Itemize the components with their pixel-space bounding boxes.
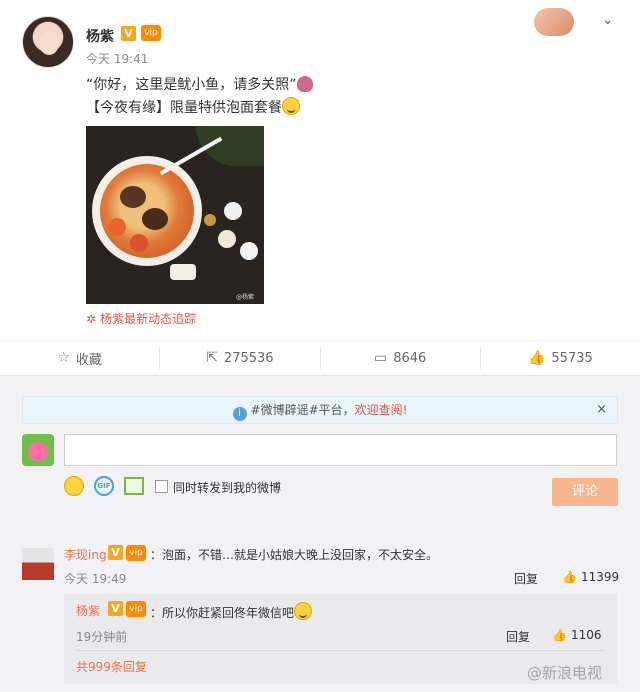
verified-badge-icon: V	[108, 545, 123, 560]
brand-watermark: @新浪电视	[527, 664, 603, 682]
favorite-label: 收藏	[75, 352, 102, 368]
thumbs-up-icon: 👍	[562, 570, 577, 584]
verified-badge-icon: V	[108, 601, 123, 616]
tracking-link-label: 杨紫最新动态追踪	[100, 312, 197, 326]
comment-count: 8646	[393, 350, 427, 366]
image-chocolate	[240, 242, 258, 260]
comment-reply-button[interactable]: 回复	[514, 570, 538, 587]
submit-comment-button[interactable]: 评论	[552, 478, 618, 506]
repost-button[interactable]: ⇱ 275536	[160, 347, 321, 369]
image-chocolate	[218, 230, 236, 248]
star-icon: ☆	[57, 350, 70, 366]
vip-badge-icon: vip	[126, 601, 146, 617]
smile-emoji-icon	[282, 97, 300, 115]
thumbs-up-icon: 👍	[527, 350, 546, 366]
image-meatball	[108, 218, 126, 236]
notice-text: #微博辟谣#平台，	[250, 403, 355, 417]
poster-username[interactable]: 杨紫	[86, 26, 114, 46]
post-text-line2: 【今夜有缘】限量特供泡面套餐	[86, 97, 300, 117]
flower-icon: ✲	[86, 312, 97, 326]
image-egg	[120, 186, 146, 208]
repost-checkbox-label[interactable]: 同时转发到我的微博	[173, 479, 281, 496]
image-watermark: @杨紫	[236, 294, 255, 301]
notice-banner: i #微博辟谣#平台，欢迎查阅! ×	[22, 396, 618, 424]
reply-text-content: ：所以你赶紧回佟年微信吧	[150, 606, 295, 620]
comment-like-button[interactable]: 👍 11399	[562, 570, 619, 584]
tracking-link[interactable]: ✲ 杨紫最新动态追踪	[86, 310, 196, 327]
comment-icon: ▭	[373, 350, 388, 366]
repost-checkbox[interactable]	[155, 480, 168, 493]
more-replies-link[interactable]: 共999条回复	[76, 658, 147, 675]
comment-input[interactable]	[64, 434, 617, 466]
image-upload-icon[interactable]	[124, 477, 144, 495]
post-text-quote: “你好，这里是鱿小鱼，请多关照”	[86, 77, 297, 93]
vip-badge-icon: vip	[141, 25, 161, 41]
verified-badge-icon: V	[121, 26, 136, 41]
notice-link[interactable]: 欢迎查阅!	[355, 403, 408, 417]
comment-button[interactable]: ▭ 8646	[321, 347, 481, 369]
reply-time: 19分钟前	[76, 630, 128, 644]
comment-time: 今天 19:49	[64, 572, 127, 586]
reply-like-button[interactable]: 👍 1106	[552, 628, 602, 642]
info-icon: i	[232, 407, 247, 421]
gif-icon[interactable]: GIF	[94, 476, 114, 496]
like-button[interactable]: 👍 55735	[481, 347, 640, 369]
image-egg	[142, 208, 168, 230]
reply-like-count: 1106	[570, 628, 602, 642]
like-count: 55735	[551, 350, 593, 366]
image-chocolate	[204, 214, 216, 226]
post-text-line1: “你好，这里是鱿小鱼，请多关照”	[86, 74, 313, 94]
share-icon: ⇱	[206, 350, 218, 366]
weibo-post: 杨紫 V vip 今天 19:41 “你好，这里是鱿小鱼，请多关照” 【今夜有缘…	[0, 0, 640, 340]
commenter-username[interactable]: 李现ing	[64, 546, 107, 563]
image-handle	[170, 264, 196, 280]
reply-username[interactable]: 杨紫	[76, 602, 100, 619]
image-meatball	[130, 234, 148, 252]
divider	[76, 650, 605, 651]
poster-avatar[interactable]	[22, 16, 74, 68]
chevron-down-icon[interactable]: ⌄	[602, 12, 614, 28]
smile-emoji-icon	[294, 602, 313, 620]
post-time[interactable]: 今天 19:41	[86, 50, 148, 67]
top-user-avatar[interactable]	[534, 8, 574, 36]
vip-badge-icon: vip	[126, 545, 146, 561]
current-user-avatar[interactable]	[22, 434, 54, 466]
emoji-picker-icon[interactable]	[64, 476, 84, 496]
post-text-topic[interactable]: 【今夜有缘】限量特供泡面套餐	[86, 100, 282, 116]
comment-like-count: 11399	[580, 570, 620, 584]
commenter-avatar[interactable]	[22, 548, 54, 580]
emoji-icon	[296, 76, 313, 92]
post-image[interactable]: @杨紫	[86, 126, 264, 304]
comment-text: ：泡面，不错…就是小姑娘大晚上没回家，不太安全。	[150, 548, 439, 562]
thumbs-up-icon: 👍	[552, 628, 567, 642]
comment-panel: i #微博辟谣#平台，欢迎查阅! × GIF 同时转发到我的微博 评论 李现ing…	[0, 376, 640, 692]
favorite-button[interactable]: ☆ 收藏	[0, 347, 161, 369]
close-icon[interactable]: ×	[596, 397, 607, 423]
reply-text: ：所以你赶紧回佟年微信吧	[150, 602, 313, 621]
post-action-bar: ☆ 收藏 ⇱ 275536 ▭ 8646 👍 55735	[0, 340, 640, 376]
image-chocolate	[224, 202, 242, 220]
reply-reply-button[interactable]: 回复	[506, 628, 530, 645]
repost-count: 275536	[223, 350, 274, 366]
